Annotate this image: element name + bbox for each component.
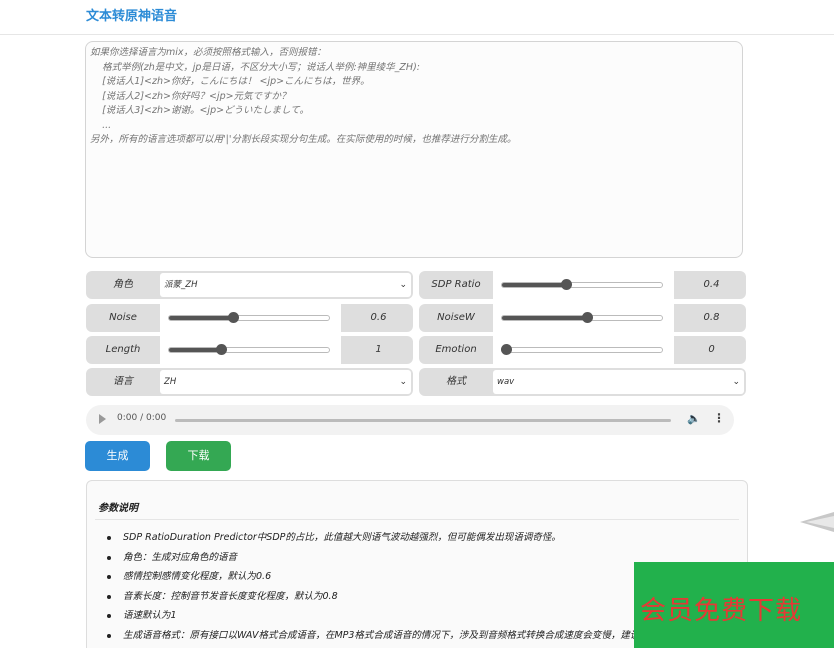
- chevron-down-icon: ⌄: [399, 377, 407, 387]
- emotion-slider-thumb[interactable]: [500, 344, 512, 355]
- generate-button[interactable]: 生成: [85, 441, 150, 471]
- language-select[interactable]: ZH ⌄: [160, 370, 411, 394]
- length-control: Length 1: [86, 336, 413, 364]
- noise-control: Noise 0.6: [86, 304, 413, 332]
- length-slider[interactable]: [168, 347, 330, 353]
- format-select-value: wav: [497, 377, 515, 387]
- length-value[interactable]: 1: [344, 336, 413, 364]
- list-item: 感情控制感情变化程度，默认为0.6: [107, 567, 699, 587]
- noise-slider-area: [160, 304, 341, 332]
- sdp-ratio-slider-thumb[interactable]: [560, 279, 572, 290]
- header: 文本转原神语音: [0, 0, 834, 35]
- list-item: SDP RatioDuration Predictor中SDP的占比，此值越大则…: [107, 528, 699, 548]
- role-select[interactable]: 派蒙_ZH ⌄: [160, 273, 411, 297]
- language-control: 语言 ZH ⌄: [86, 368, 413, 396]
- audio-progress-bar[interactable]: [175, 419, 671, 422]
- sdp-ratio-label: SDP Ratio: [431, 279, 481, 290]
- language-label: 语言: [113, 376, 133, 387]
- noisew-slider-thumb[interactable]: [581, 312, 593, 323]
- list-item: 音素长度：控制音节发音长度变化程度，默认为0.8: [107, 587, 699, 607]
- text-input[interactable]: [85, 41, 743, 258]
- emotion-control: Emotion 0: [419, 336, 746, 364]
- download-button[interactable]: 下载: [166, 441, 231, 471]
- emotion-slider-area: [493, 336, 674, 364]
- sdp-ratio-slider[interactable]: [501, 282, 663, 288]
- noise-slider[interactable]: [168, 315, 330, 321]
- list-item: 角色：生成对应角色的语音: [107, 548, 699, 568]
- emotion-value[interactable]: 0: [677, 336, 746, 364]
- decorative-shape: [800, 512, 834, 532]
- noisew-control: NoiseW 0.8: [419, 304, 746, 332]
- more-options-icon[interactable]: ⋮: [713, 411, 725, 425]
- list-item: 语速默认为1: [107, 606, 699, 626]
- params-title: 参数说明: [98, 503, 138, 514]
- format-control: 格式 wav ⌄: [419, 368, 746, 396]
- promo-banner[interactable]: 会员免费下载: [634, 562, 834, 648]
- role-control: 角色 派蒙_ZH ⌄: [86, 271, 413, 299]
- length-label: Length: [105, 344, 141, 355]
- emotion-slider[interactable]: [501, 347, 663, 353]
- language-select-value: ZH: [164, 377, 177, 387]
- chevron-down-icon: ⌄: [399, 280, 407, 290]
- length-slider-thumb[interactable]: [216, 344, 228, 355]
- noise-slider-thumb[interactable]: [227, 312, 239, 323]
- play-icon[interactable]: [99, 414, 106, 424]
- audio-player: 0:00 / 0:00 🔈 ⋮: [86, 405, 734, 435]
- divider: [95, 519, 739, 520]
- chevron-down-icon: ⌄: [732, 377, 740, 387]
- list-item: 生成语音格式：原有接口以WAV格式合成语音，在MP3格式合成语音的情况下，涉及到…: [107, 626, 699, 646]
- audio-time: 0:00 / 0:00: [117, 413, 167, 423]
- noise-value[interactable]: 0.6: [344, 304, 413, 332]
- volume-icon[interactable]: 🔈: [687, 412, 701, 425]
- format-select[interactable]: wav ⌄: [493, 370, 744, 394]
- noise-label: Noise: [109, 312, 137, 323]
- length-slider-area: [160, 336, 341, 364]
- sdp-ratio-value[interactable]: 0.4: [677, 271, 746, 299]
- emotion-label: Emotion: [435, 344, 477, 355]
- sdp-ratio-control: SDP Ratio 0.4: [419, 271, 746, 299]
- noisew-slider-area: [493, 304, 674, 332]
- format-label: 格式: [446, 376, 466, 387]
- sdp-ratio-slider-area: [493, 271, 674, 299]
- page-title: 文本转原神语音: [86, 9, 178, 24]
- promo-text: 会员免费下载: [640, 596, 803, 626]
- noisew-label: NoiseW: [437, 312, 475, 323]
- noisew-value[interactable]: 0.8: [677, 304, 746, 332]
- role-label: 角色: [113, 279, 133, 290]
- params-list: SDP RatioDuration Predictor中SDP的占比，此值越大则…: [107, 528, 699, 646]
- role-select-value: 派蒙_ZH: [164, 280, 198, 290]
